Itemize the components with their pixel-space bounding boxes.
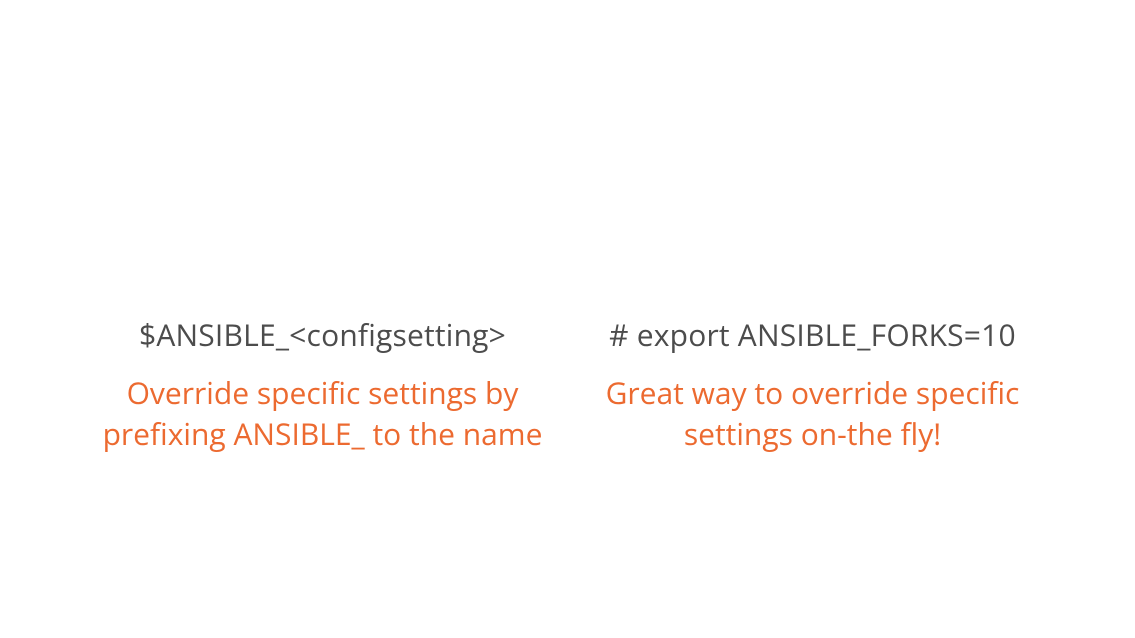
two-column-layout: $ANSIBLE_<configsetting> Override specif… bbox=[0, 314, 1135, 454]
heading-right: # export ANSIBLE_FORKS=10 bbox=[583, 314, 1043, 355]
description-right: Great way to override specific settings … bbox=[583, 373, 1043, 454]
description-left: Override specific settings by prefixing … bbox=[93, 373, 553, 454]
column-right: # export ANSIBLE_FORKS=10 Great way to o… bbox=[583, 314, 1043, 454]
column-left: $ANSIBLE_<configsetting> Override specif… bbox=[93, 314, 553, 454]
heading-left: $ANSIBLE_<configsetting> bbox=[93, 314, 553, 355]
